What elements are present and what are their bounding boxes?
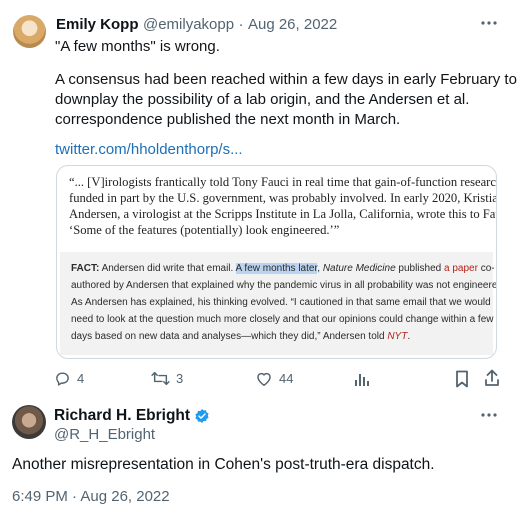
fact-line-5: days based on new data and analyses—whic… — [71, 328, 410, 345]
quote-line-3: Andersen, a virologist at the Scripps In… — [69, 207, 497, 221]
retweet-count: 3 — [176, 371, 184, 386]
like-count: 44 — [279, 371, 294, 386]
like-button[interactable]: 44 — [255, 370, 293, 387]
tweet-para-line-2: downplay the possibility of a lab origin… — [55, 91, 470, 108]
views-icon[interactable] — [354, 371, 370, 387]
reply-text: Another misrepresentation in Cohen's pos… — [12, 456, 435, 473]
reply-icon — [54, 370, 71, 387]
fact-text: published — [395, 263, 444, 274]
author-handle[interactable]: @emilyakopp — [143, 16, 234, 33]
quote-line-4: ‘Some of the features (potentially) look… — [69, 223, 340, 237]
quoted-content-card[interactable]: “... [V]irologists frantically told Tony… — [56, 165, 497, 359]
quote-line-2: funded in part by the U.S. government, w… — [69, 191, 497, 205]
avatar-emily-kopp[interactable] — [13, 15, 46, 48]
retweet-button[interactable]: 3 — [151, 370, 183, 387]
reply-count: 4 — [77, 371, 85, 386]
journal-name: Nature Medicine — [322, 263, 396, 274]
fact-text: . — [407, 331, 411, 342]
share-icon[interactable] — [484, 369, 500, 387]
fact-text: Andersen did write that email. — [99, 263, 236, 274]
bookmark-icon[interactable] — [455, 370, 469, 388]
reply-button[interactable]: 4 — [54, 370, 84, 387]
fact-line-1: FACT: Andersen did write that email. A f… — [71, 260, 495, 277]
fact-line-2: authored by Andersen that explained why … — [71, 280, 497, 291]
highlighted-text: A few months later — [235, 263, 318, 274]
reply-timestamp[interactable]: 6:49 PM · Aug 26, 2022 — [12, 488, 170, 505]
reply-author-name[interactable]: Richard H. Ebright — [54, 407, 190, 425]
header-separator: · — [238, 16, 244, 33]
tweet-header: Emily Kopp @emilyakopp · Aug 26, 2022 — [56, 16, 337, 34]
paper-link[interactable]: a paper — [444, 263, 478, 274]
like-icon — [255, 370, 273, 387]
fact-line-4: need to look at the question much more c… — [71, 314, 494, 325]
author-name[interactable]: Emily Kopp — [56, 16, 139, 33]
verified-badge-icon — [194, 408, 210, 424]
fact-check-box: FACT: Andersen did write that email. A f… — [60, 252, 496, 355]
fact-line-3: As Andersen has explained, his thinking … — [71, 297, 491, 308]
nyt-link[interactable]: NYT — [387, 331, 407, 342]
tweet-line-1: "A few months" is wrong. — [55, 38, 220, 55]
fact-label: FACT: — [71, 263, 100, 274]
more-icon[interactable] — [480, 18, 498, 28]
reply-header: Richard H. Ebright — [54, 407, 210, 425]
tweet-link[interactable]: twitter.com/hholdenthorp/s... — [55, 141, 243, 158]
fact-text: co- — [477, 263, 495, 274]
reply-handle[interactable]: @R_H_Ebright — [54, 426, 155, 443]
reply-more-icon[interactable] — [480, 410, 498, 420]
avatar-richard-ebright[interactable] — [12, 405, 46, 439]
retweet-icon — [151, 370, 170, 387]
quote-line-1: “... [V]irologists frantically told Tony… — [69, 175, 497, 189]
tweet-para-line-3: correspondence published the next month … — [55, 111, 401, 128]
fact-text: days based on new data and analyses—whic… — [71, 331, 388, 342]
tweet-para-line-1: A consensus had been reached within a fe… — [55, 71, 517, 88]
tweet-date[interactable]: Aug 26, 2022 — [248, 16, 337, 33]
